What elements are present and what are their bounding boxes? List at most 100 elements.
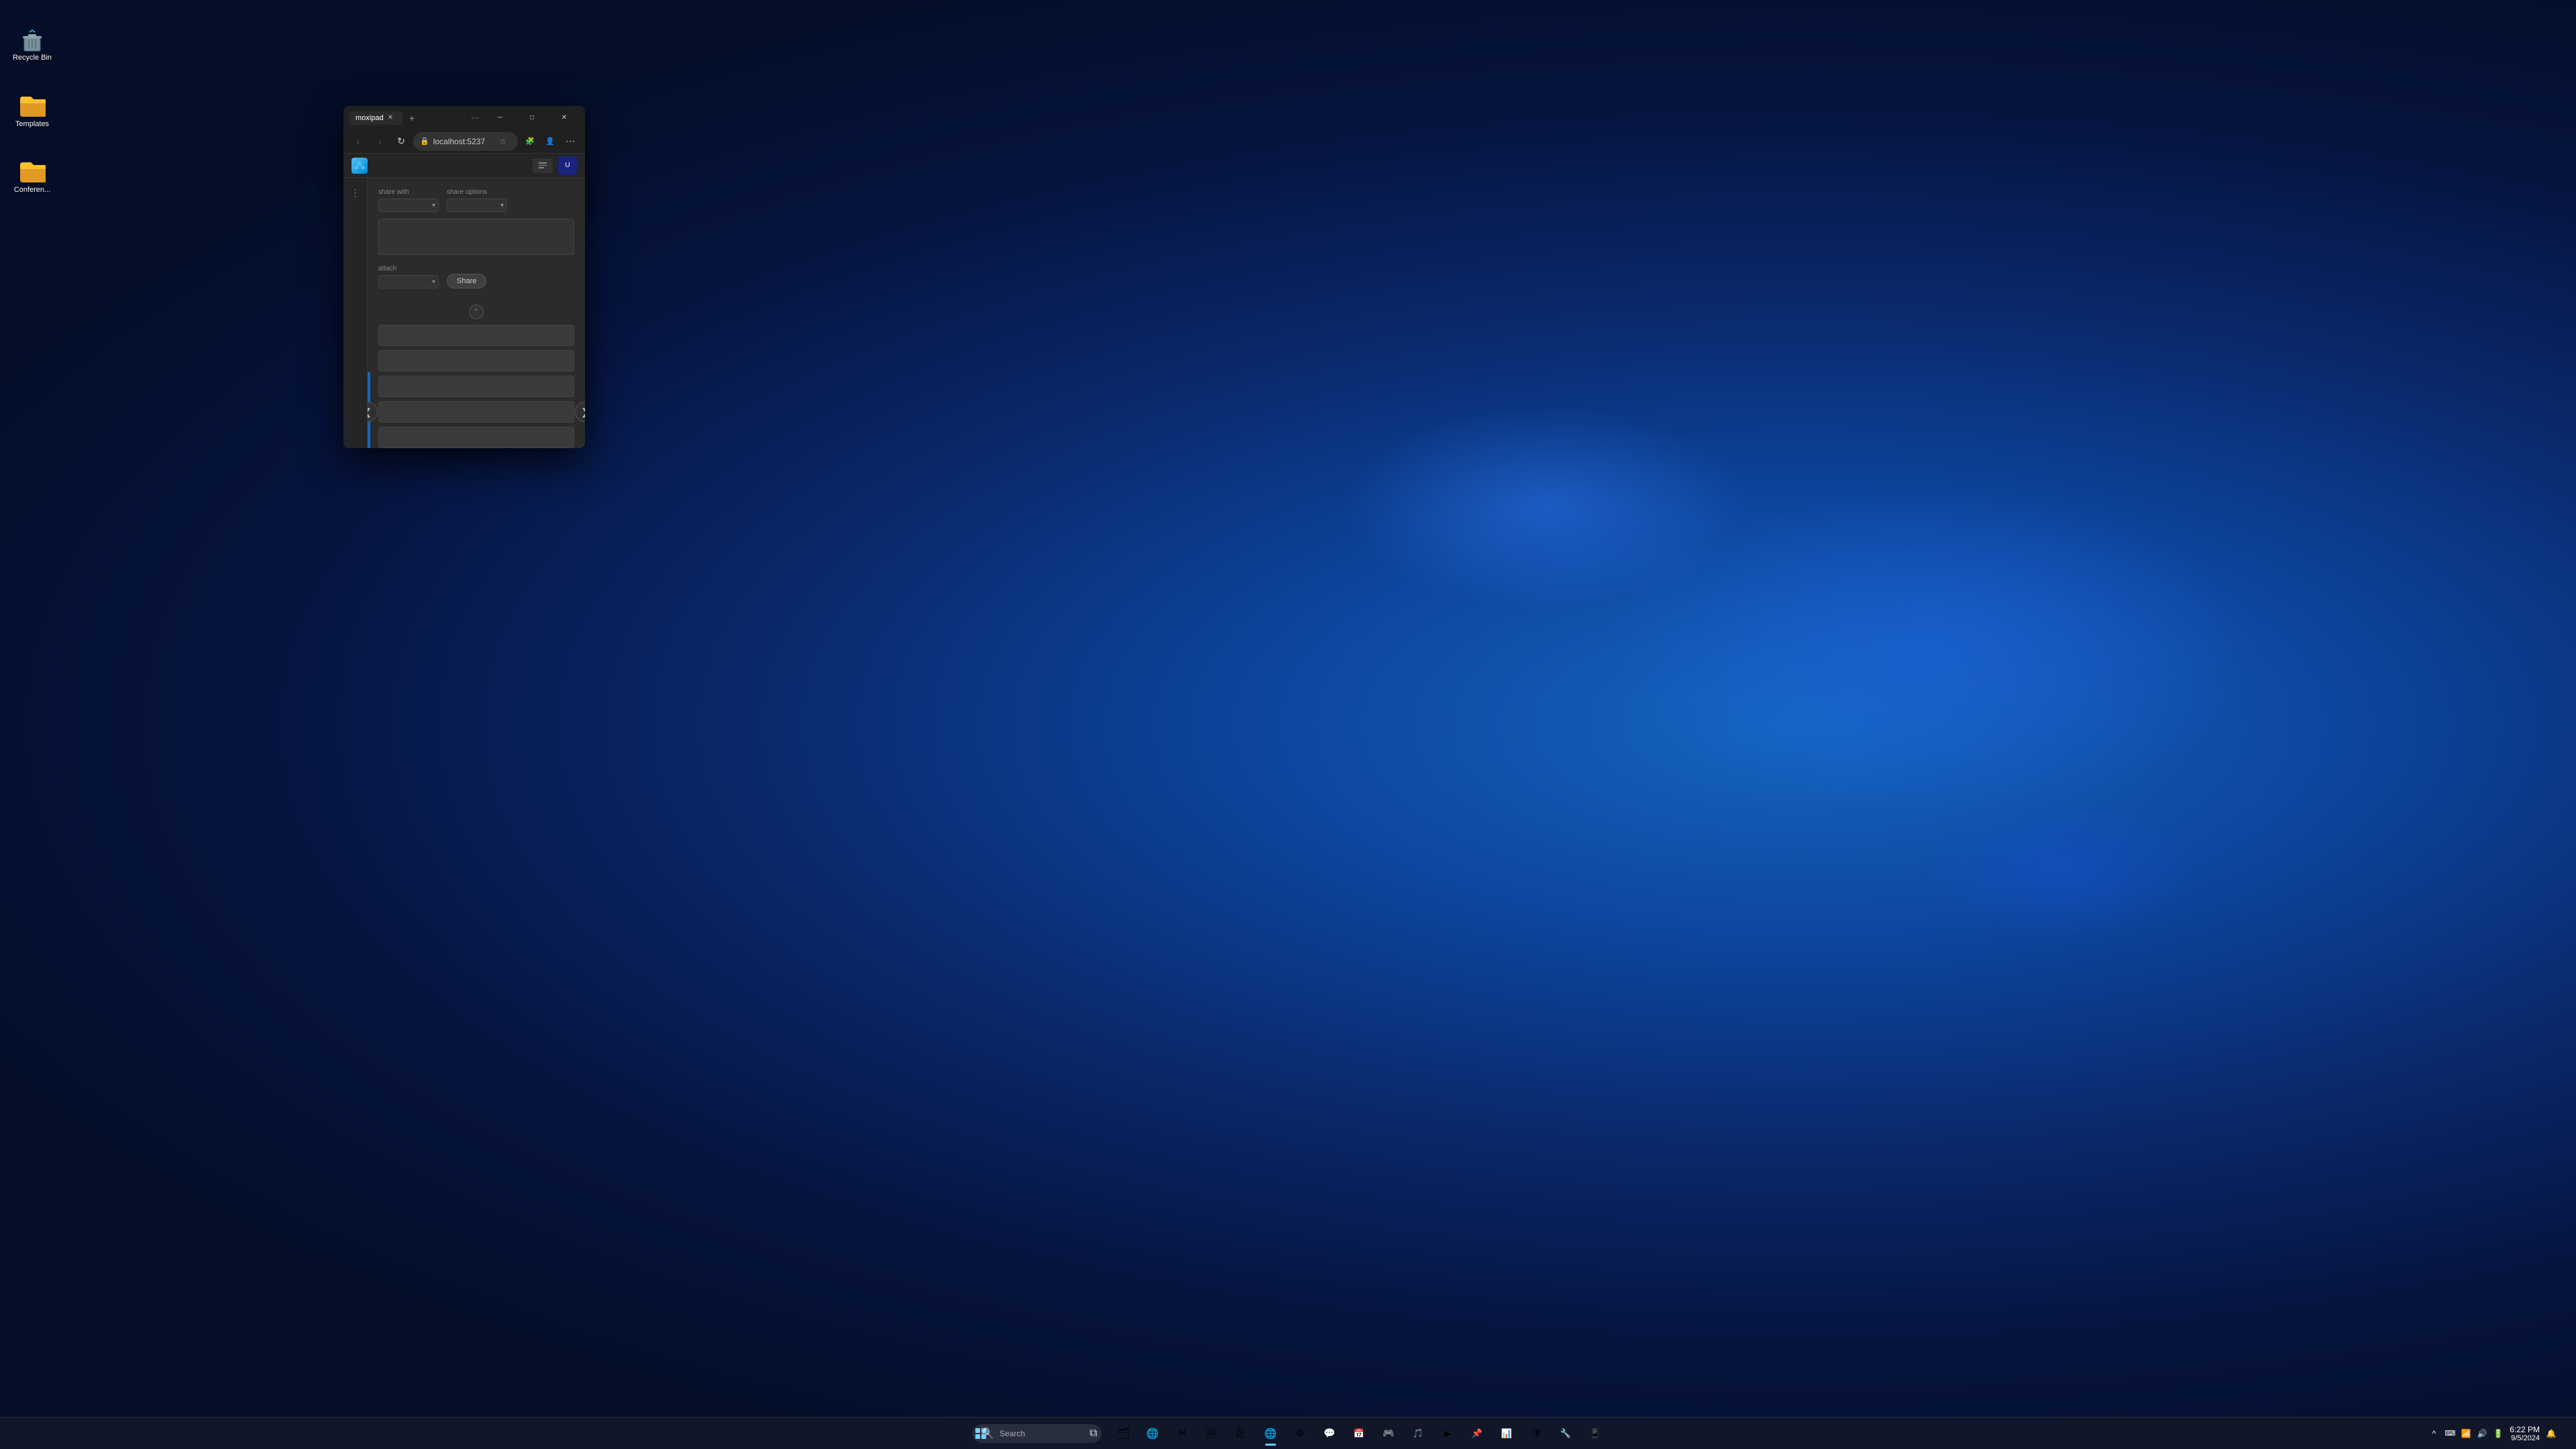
xbox-icon: 🎮 bbox=[1383, 1428, 1394, 1439]
window-controls: ─ □ ✕ bbox=[484, 107, 580, 129]
app-logo bbox=[352, 158, 368, 174]
main-content: share with share options bbox=[368, 178, 585, 448]
secure-icon: 🔒 bbox=[420, 137, 429, 146]
card-item-4[interactable] bbox=[378, 401, 574, 423]
notification-btn[interactable]: 🔔 bbox=[2545, 1428, 2557, 1440]
extensions-btn[interactable]: 🧩 bbox=[521, 132, 539, 151]
desktop-icon-recycle-bin[interactable]: Recycle Bin bbox=[5, 27, 59, 62]
card-item-3[interactable] bbox=[378, 376, 574, 397]
templates-label: Templates bbox=[15, 120, 49, 129]
store-btn[interactable]: 🛍 bbox=[1228, 1420, 1254, 1447]
share-with-select[interactable] bbox=[378, 199, 439, 212]
new-tab-btn[interactable]: + bbox=[404, 110, 420, 126]
calendar-btn[interactable]: 📅 bbox=[1346, 1420, 1373, 1447]
app3-icon: 🛡 bbox=[1531, 1428, 1542, 1439]
app4-btn[interactable]: 🔧 bbox=[1552, 1420, 1579, 1447]
spotify-icon: 🎵 bbox=[1413, 1428, 1424, 1439]
close-btn[interactable]: ✕ bbox=[549, 107, 580, 129]
app1-btn[interactable]: 📌 bbox=[1464, 1420, 1491, 1447]
browser-titlebar: moxipad ✕ + ⋯ ─ □ ✕ bbox=[343, 106, 585, 129]
file-explorer-btn[interactable]: 🗂 bbox=[1110, 1420, 1136, 1447]
desktop: Recycle Bin Templates Conferen... moxipa… bbox=[0, 0, 2576, 1449]
address-bar-actions: ☆ bbox=[495, 133, 511, 150]
share-textarea[interactable] bbox=[378, 219, 574, 255]
keyboard-icon[interactable]: ⌨ bbox=[2444, 1428, 2456, 1440]
tray-expand-btn[interactable]: ^ bbox=[2428, 1428, 2440, 1440]
attach-wrapper bbox=[378, 275, 439, 288]
attach-select[interactable] bbox=[378, 275, 439, 288]
edge-btn[interactable]: 🌐 bbox=[1139, 1420, 1166, 1447]
task-view-icon: ⧉ bbox=[1089, 1428, 1097, 1440]
browser-window: moxipad ✕ + ⋯ ─ □ ✕ ‹ › ↻ 🔒 localhost:52… bbox=[343, 106, 585, 448]
search-taskbar-btn[interactable]: 🔍 bbox=[997, 1420, 1077, 1447]
taskbar: 🔍 ⧉ 🗂 🌐 ✉ 🖼 🛍 bbox=[0, 1417, 2576, 1449]
spotify-btn[interactable]: 🎵 bbox=[1405, 1420, 1432, 1447]
mail-btn[interactable]: ✉ bbox=[1169, 1420, 1195, 1447]
share-options-select[interactable] bbox=[447, 199, 507, 212]
xbox-btn[interactable]: 🎮 bbox=[1375, 1420, 1402, 1447]
browser-tabs: moxipad ✕ + bbox=[349, 110, 466, 126]
taskbar-center: 🔍 ⧉ 🗂 🌐 ✉ 🖼 🛍 bbox=[967, 1420, 1609, 1447]
scroll-up-btn[interactable]: ⌃ bbox=[469, 305, 484, 319]
browser-icon: 🌐 bbox=[1265, 1428, 1277, 1440]
tab-label: moxipad bbox=[356, 114, 384, 122]
app-container: U ⋮ share with bbox=[343, 154, 585, 448]
back-btn[interactable]: ‹ bbox=[349, 132, 368, 151]
clock-time: 6:22 PM bbox=[2510, 1425, 2540, 1434]
share-panel: share with share options bbox=[368, 178, 585, 302]
tab-close-btn[interactable]: ✕ bbox=[388, 114, 393, 121]
app2-btn[interactable]: 📊 bbox=[1493, 1420, 1520, 1447]
photos-btn[interactable]: 🖼 bbox=[1198, 1420, 1225, 1447]
desktop-icon-templates[interactable]: Templates bbox=[5, 94, 59, 129]
address-bar[interactable]: 🔒 localhost:5237 ☆ bbox=[413, 132, 518, 151]
card-item-2[interactable] bbox=[378, 350, 574, 372]
app4-icon: 🔧 bbox=[1560, 1428, 1571, 1439]
card-item-5[interactable] bbox=[378, 427, 574, 448]
taskbar-right: ^ ⌨ 📶 🔊 🔋 6:22 PM 9/5/2024 🔔 bbox=[2428, 1420, 2565, 1447]
share-button[interactable]: Share bbox=[447, 274, 486, 288]
battery-icon[interactable]: 🔋 bbox=[2492, 1428, 2504, 1440]
maximize-btn[interactable]: □ bbox=[517, 107, 547, 129]
network-icon[interactable]: 📶 bbox=[2460, 1428, 2472, 1440]
search-taskbar-input[interactable] bbox=[1000, 1429, 1093, 1438]
toolbar-actions: 🧩 👤 ⋯ bbox=[521, 132, 580, 151]
browser-tab-active[interactable]: moxipad ✕ bbox=[349, 111, 402, 125]
minimize-btn[interactable]: ─ bbox=[484, 107, 515, 129]
scroll-up-indicator: ⌃ bbox=[368, 302, 585, 322]
system-clock[interactable]: 6:22 PM 9/5/2024 bbox=[2510, 1425, 2540, 1442]
mail-icon: ✉ bbox=[1178, 1428, 1186, 1439]
card-list-container: ❮ bbox=[368, 322, 585, 448]
refresh-btn[interactable]: ↻ bbox=[392, 132, 411, 151]
search-taskbar-icon: 🔍 bbox=[981, 1427, 994, 1440]
browser-taskbar-btn[interactable]: 🌐 bbox=[1257, 1420, 1284, 1447]
profile-btn[interactable]: 👤 bbox=[541, 132, 559, 151]
sidebar-menu-icon[interactable]: ⋮ bbox=[346, 183, 365, 202]
app3-btn[interactable]: 🛡 bbox=[1523, 1420, 1550, 1447]
teams-btn[interactable]: 💬 bbox=[1316, 1420, 1343, 1447]
task-view-btn[interactable]: ⧉ bbox=[1080, 1420, 1107, 1447]
user-avatar-btn[interactable]: U bbox=[558, 156, 577, 175]
share-options-wrapper bbox=[447, 199, 507, 212]
store-icon: 🛍 bbox=[1235, 1428, 1247, 1439]
bookmark-btn[interactable]: ☆ bbox=[495, 133, 511, 150]
recycle-bin-icon-img bbox=[19, 27, 46, 54]
card-item-1[interactable] bbox=[378, 325, 574, 346]
app2-icon: 📊 bbox=[1501, 1428, 1512, 1439]
settings-taskbar-btn[interactable]: ⚙ bbox=[1287, 1420, 1313, 1447]
desktop-icon-conference[interactable]: Conferen... bbox=[5, 160, 59, 195]
forward-btn[interactable]: › bbox=[370, 132, 389, 151]
app5-icon: 📱 bbox=[1590, 1428, 1601, 1439]
app5-btn[interactable]: 📱 bbox=[1582, 1420, 1609, 1447]
conference-label: Conferen... bbox=[14, 186, 50, 195]
volume-icon[interactable]: 🔊 bbox=[2476, 1428, 2488, 1440]
app-menu-btn[interactable] bbox=[533, 158, 553, 173]
url-display: localhost:5237 bbox=[433, 137, 491, 146]
expand-tray-icon: ^ bbox=[2432, 1429, 2436, 1438]
show-desktop-btn[interactable] bbox=[2563, 1420, 2565, 1447]
card-list bbox=[368, 322, 585, 448]
settings-btn[interactable]: ⋯ bbox=[561, 132, 580, 151]
media-btn[interactable]: ▶ bbox=[1434, 1420, 1461, 1447]
share-with-field: share with bbox=[378, 189, 439, 212]
tab-menu-btn[interactable]: ⋯ bbox=[468, 111, 482, 125]
edge-icon: 🌐 bbox=[1146, 1428, 1159, 1440]
